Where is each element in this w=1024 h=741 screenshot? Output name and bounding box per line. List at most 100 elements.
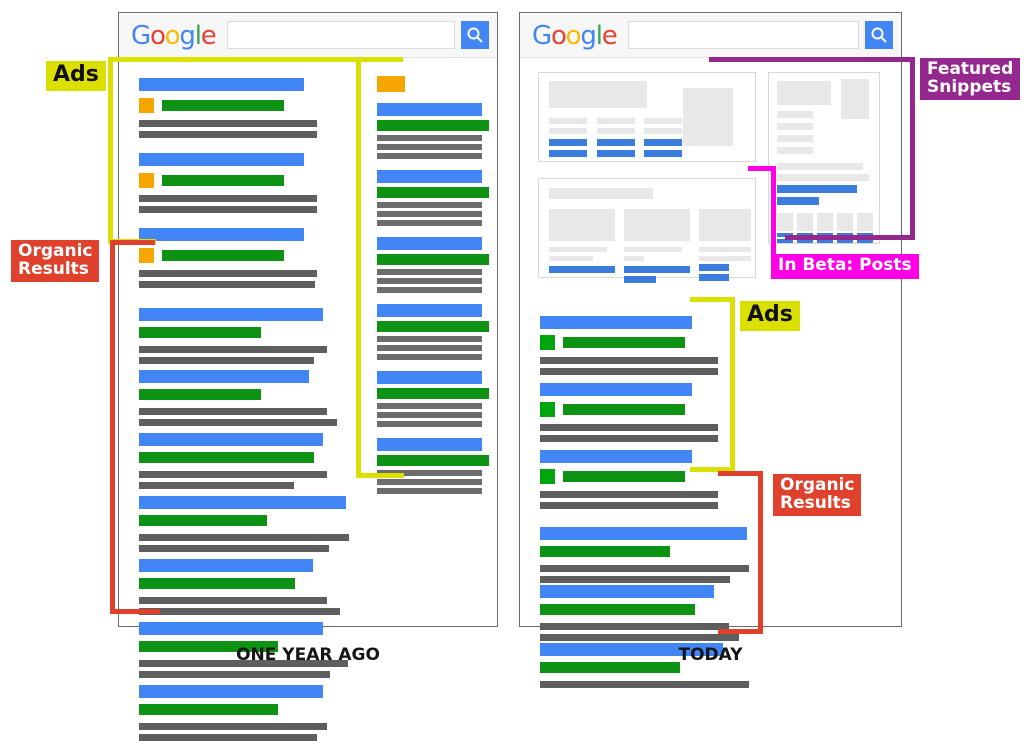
post-link[interactable]	[549, 266, 615, 273]
sidebar-ad-title[interactable]	[377, 438, 482, 451]
ad-description-line	[139, 131, 317, 138]
ad-badge	[540, 402, 555, 417]
organic-title-bar[interactable]	[139, 370, 309, 383]
sidebar-ad-title[interactable]	[377, 304, 482, 317]
sidebar-ad-title[interactable]	[377, 170, 482, 183]
ad-description-line	[540, 357, 718, 364]
posts-card[interactable]	[538, 178, 756, 283]
sidebar-ad-title[interactable]	[377, 237, 482, 250]
search-input-right[interactable]	[628, 21, 859, 49]
organic-title-bar[interactable]	[540, 527, 747, 540]
ad-url-bar[interactable]	[162, 175, 284, 186]
organic-title-bar[interactable]	[139, 308, 323, 321]
organic-url-bar[interactable]	[139, 515, 267, 526]
sidebar-ad-url[interactable]	[377, 254, 489, 265]
organic-url-bar[interactable]	[139, 578, 295, 589]
organic-description-line	[139, 545, 329, 552]
snippet-text-line	[597, 118, 635, 124]
post-link[interactable]	[699, 264, 729, 271]
ad-url-bar[interactable]	[162, 100, 284, 111]
organic-url-bar[interactable]	[540, 546, 670, 557]
ad-description-line	[540, 368, 718, 375]
organic-description-line	[139, 346, 327, 353]
sidebar-ad-line	[377, 220, 482, 226]
ad-title-bar[interactable]	[540, 450, 692, 463]
organic-url-bar[interactable]	[139, 452, 314, 463]
sidebar-ad-line	[377, 421, 482, 427]
snippet-image-placeholder	[683, 88, 733, 146]
organic-title-bar[interactable]	[139, 622, 323, 635]
ad-description-line	[139, 270, 317, 277]
organic-title-bar[interactable]	[139, 496, 346, 509]
post-link[interactable]	[699, 274, 729, 281]
bracket-organic-one-year-ago	[110, 240, 155, 245]
ad-description-line	[540, 491, 718, 498]
ad-title-bar[interactable]	[139, 78, 304, 91]
organic-title-bar[interactable]	[139, 559, 313, 572]
sidebar-ad-line	[377, 336, 482, 342]
sidebar-ad-line	[377, 412, 482, 418]
sidebar-ad-line	[377, 278, 482, 284]
ad-title-bar[interactable]	[540, 316, 692, 329]
search-icon	[871, 27, 887, 43]
ad-description-line	[540, 424, 718, 431]
organic-title-bar[interactable]	[139, 433, 323, 446]
snippet-link[interactable]	[644, 150, 682, 157]
sidebar-ad-badge	[377, 76, 405, 92]
featured-snippet-card[interactable]	[538, 72, 756, 162]
sidebar-ad-line	[377, 403, 482, 409]
ad-description-line	[540, 502, 718, 509]
organic-url-bar[interactable]	[139, 327, 261, 338]
sidebar-ad-line	[377, 345, 482, 351]
ad-title-bar[interactable]	[139, 228, 304, 241]
sidebar-ad-url[interactable]	[377, 455, 489, 466]
ad-title-bar[interactable]	[139, 153, 304, 166]
ad-url-bar[interactable]	[563, 471, 685, 482]
sidebar-ad-url[interactable]	[377, 388, 489, 399]
sidebar-ad-url[interactable]	[377, 187, 489, 198]
organic-description-line	[139, 723, 327, 730]
sidebar-ad-title[interactable]	[377, 371, 482, 384]
kp-link[interactable]	[777, 185, 857, 193]
post-link[interactable]	[624, 276, 656, 283]
bracket-organic-today	[718, 629, 763, 634]
sidebar-ad-line	[377, 153, 482, 159]
snippet-link[interactable]	[597, 139, 635, 146]
snippet-text-line	[597, 128, 635, 134]
snippet-link[interactable]	[597, 150, 635, 157]
organic-title-bar[interactable]	[139, 685, 323, 698]
sidebar-ad-line	[377, 211, 482, 217]
sidebar-ad-url[interactable]	[377, 120, 489, 131]
search-input-left[interactable]	[227, 21, 455, 49]
organic-title-bar[interactable]	[540, 585, 714, 598]
search-icon	[467, 27, 483, 43]
search-button-right[interactable]	[865, 21, 893, 49]
kp-text-line	[777, 135, 813, 142]
snippet-heading-placeholder	[549, 81, 647, 108]
ad-badge	[139, 248, 154, 263]
sidebar-ad-title[interactable]	[377, 103, 482, 116]
ad-url-bar[interactable]	[162, 250, 284, 261]
snippet-link[interactable]	[644, 139, 682, 146]
organic-url-bar[interactable]	[540, 604, 695, 615]
knowledge-panel-card[interactable]	[768, 72, 880, 244]
serp-body-left	[119, 58, 497, 741]
organic-description-line	[139, 408, 327, 415]
organic-description-line	[139, 671, 330, 678]
google-logo-left: Google	[131, 21, 217, 51]
post-link[interactable]	[624, 266, 690, 273]
google-header-bar-right: Google	[520, 13, 901, 58]
ad-title-bar[interactable]	[540, 383, 692, 396]
snippet-link[interactable]	[549, 139, 587, 146]
post-image-placeholder	[549, 209, 615, 241]
kp-link[interactable]	[777, 197, 819, 205]
organic-url-bar[interactable]	[139, 389, 261, 400]
sidebar-ad-url[interactable]	[377, 321, 489, 332]
ad-url-bar[interactable]	[563, 404, 685, 415]
snippet-link[interactable]	[549, 150, 587, 157]
search-button-left[interactable]	[461, 21, 489, 49]
organic-description-line	[139, 357, 314, 364]
post-image-placeholder	[624, 209, 690, 241]
organic-url-bar[interactable]	[139, 704, 278, 715]
ad-url-bar[interactable]	[563, 337, 685, 348]
